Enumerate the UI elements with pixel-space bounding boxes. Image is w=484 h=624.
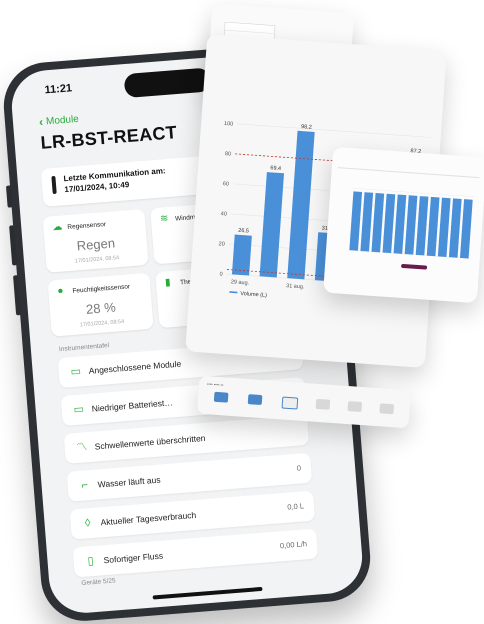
phone-volume-down — [13, 275, 22, 316]
sensor-value: 28 % — [85, 299, 117, 317]
status-indicator-icon — [51, 175, 57, 195]
droplet-icon: ● — [56, 285, 64, 298]
drop-icon: ◊ — [84, 517, 91, 530]
chevron-left-icon: ‹ — [38, 114, 44, 129]
eye-icon[interactable] — [281, 396, 299, 410]
sensor-card-humidity[interactable]: ● Feuchtigkeitssensor 28 % 17/01/2024, 0… — [47, 272, 154, 337]
thermometer-icon: ▮ — [164, 277, 172, 289]
legend-swatch — [229, 291, 238, 294]
row-label: Angeschlossene Module — [88, 358, 182, 376]
bar — [459, 199, 473, 259]
devices-count-label: Geräte 5/25 — [81, 577, 116, 588]
dynamic-island — [123, 67, 212, 99]
x-tick-label: 31 aug. — [286, 283, 305, 290]
toolbar-caption-icon: ▪▪▪▪ ▪▪▪▪ ▪▪ — [206, 381, 224, 388]
back-link[interactable]: ‹ Module — [39, 112, 80, 129]
bar — [426, 196, 440, 257]
faucet-icon: ⌐ — [81, 479, 89, 492]
chart-line-icon: 〽 — [75, 441, 88, 455]
battery-icon: ▭ — [73, 403, 85, 417]
toolbar-button-5[interactable] — [347, 401, 363, 413]
sensor-label: Regensensor — [67, 221, 107, 232]
row-label: Schwellenwerte überschritten — [94, 432, 206, 452]
bar — [360, 192, 374, 252]
toolbar-button-2[interactable] — [247, 394, 263, 406]
back-link-label: Module — [45, 113, 80, 127]
module-icon: ▭ — [70, 365, 82, 379]
row-value: 0,00 L/h — [279, 539, 308, 551]
phone-volume-up — [9, 225, 18, 266]
sensor-label: Feuchtigkeitssensor — [72, 283, 131, 295]
bar — [371, 192, 385, 253]
toolbar-button-6[interactable] — [379, 403, 395, 415]
legend-label: Volume (L) — [240, 291, 267, 299]
sensor-timestamp: 17/01/2024, 08:54 — [74, 255, 120, 265]
phone-side-button — [5, 185, 13, 208]
x-tick-label: 29 aug. — [231, 279, 250, 286]
row-label: Aktueller Tagesverbrauch — [100, 509, 197, 528]
bar — [259, 172, 285, 278]
dashboard-section-label: Instrumententafel — [58, 342, 110, 354]
sensor-value: Regen — [76, 235, 116, 254]
toolbar-button-4[interactable] — [315, 398, 331, 410]
y-tick-label: 60 — [223, 181, 230, 187]
bar — [448, 198, 462, 258]
y-tick-label: 40 — [221, 211, 228, 217]
secondary-bar-chart — [337, 167, 480, 270]
grid-line — [237, 123, 431, 138]
home-indicator[interactable] — [152, 586, 263, 600]
cloud-rain-icon: ☁ — [51, 221, 63, 234]
flow-meter-icon: ▯ — [87, 555, 95, 568]
sensor-card-rain[interactable]: ☁ Regensensor Regen 17/01/2024, 08:54 — [42, 208, 149, 273]
header-divider — [337, 167, 480, 179]
row-value: 0 — [296, 463, 302, 473]
y-tick-label: 100 — [224, 121, 234, 128]
sensor-timestamp: 17/01/2024, 08:54 — [79, 318, 125, 329]
bar-value-label: 69,4 — [270, 165, 281, 172]
bar — [415, 196, 429, 256]
row-value: 0,0 L — [287, 501, 305, 512]
status-time: 11:21 — [44, 82, 73, 97]
y-tick-label: 0 — [219, 271, 222, 277]
bar — [437, 197, 451, 257]
row-label: Wasser läuft aus — [97, 474, 161, 490]
secondary-chart-panel — [323, 146, 484, 304]
y-tick-label: 80 — [225, 151, 232, 157]
action-button — [401, 263, 428, 270]
bar — [404, 195, 418, 255]
bar — [393, 194, 407, 254]
bar-value-label: 98,2 — [301, 124, 312, 131]
y-tick-label: 20 — [218, 241, 225, 247]
bar — [349, 191, 363, 251]
row-label: Sofortiger Fluss — [103, 550, 164, 566]
bar — [382, 193, 396, 254]
bar-value-label: 26,5 — [238, 228, 249, 235]
bar — [231, 234, 252, 276]
wind-icon: ≋ — [159, 213, 169, 225]
toolbar-button-1[interactable] — [213, 391, 229, 403]
bar — [287, 130, 315, 280]
row-label: Niedriger Batteriest… — [91, 397, 174, 414]
